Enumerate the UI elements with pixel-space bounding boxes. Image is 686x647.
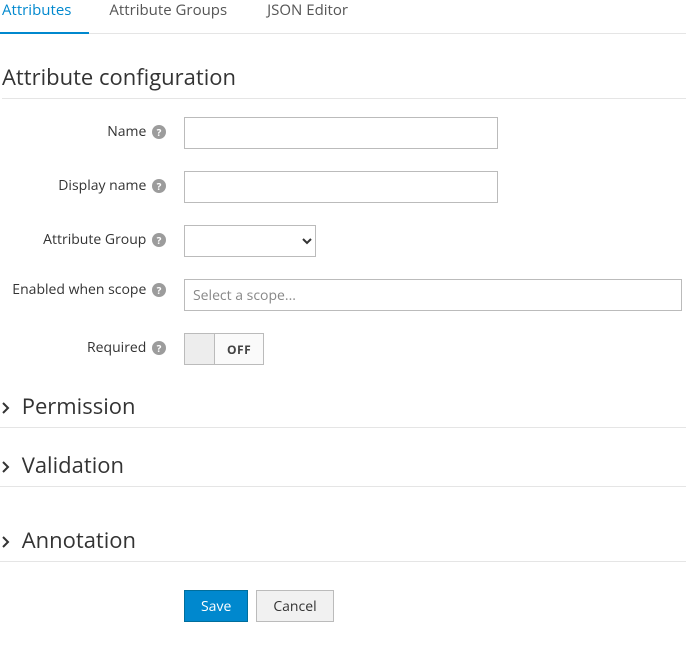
toggle-state-label: OFF (215, 334, 263, 364)
help-icon[interactable]: ? (152, 179, 166, 193)
help-icon[interactable]: ? (152, 233, 166, 247)
validation-section-header[interactable]: Validation (0, 446, 686, 487)
chevron-right-icon (2, 536, 14, 548)
save-button[interactable]: Save (184, 590, 248, 622)
toggle-handle (185, 334, 215, 364)
cancel-button[interactable]: Cancel (256, 590, 333, 622)
chevron-right-icon (2, 461, 14, 473)
display-name-input[interactable] (184, 171, 498, 203)
attribute-group-label: Attribute Group ? (0, 225, 184, 249)
permission-section-header[interactable]: Permission (0, 387, 686, 428)
attribute-config-form: Name ? Display name ? Attribute Group ? … (0, 117, 686, 365)
annotation-section-header[interactable]: Annotation (0, 521, 686, 562)
tab-bar: Attributes Attribute Groups JSON Editor (0, 0, 686, 34)
tab-json-editor[interactable]: JSON Editor (247, 0, 368, 34)
tab-attribute-groups[interactable]: Attribute Groups (89, 0, 247, 34)
name-input[interactable] (184, 117, 498, 149)
name-label: Name ? (0, 117, 184, 141)
enabled-when-scope-input[interactable] (184, 279, 682, 311)
help-icon[interactable]: ? (152, 341, 166, 355)
enabled-when-scope-label: Enabled when scope ? (0, 279, 184, 299)
help-icon[interactable]: ? (152, 283, 166, 297)
help-icon[interactable]: ? (152, 125, 166, 139)
page-title: Attribute configuration (2, 62, 686, 99)
display-name-label: Display name ? (0, 171, 184, 195)
attribute-group-select[interactable] (184, 225, 316, 257)
required-label: Required ? (0, 333, 184, 357)
tab-attributes[interactable]: Attributes (0, 0, 89, 34)
chevron-right-icon (2, 402, 14, 414)
required-toggle[interactable]: OFF (184, 333, 264, 365)
